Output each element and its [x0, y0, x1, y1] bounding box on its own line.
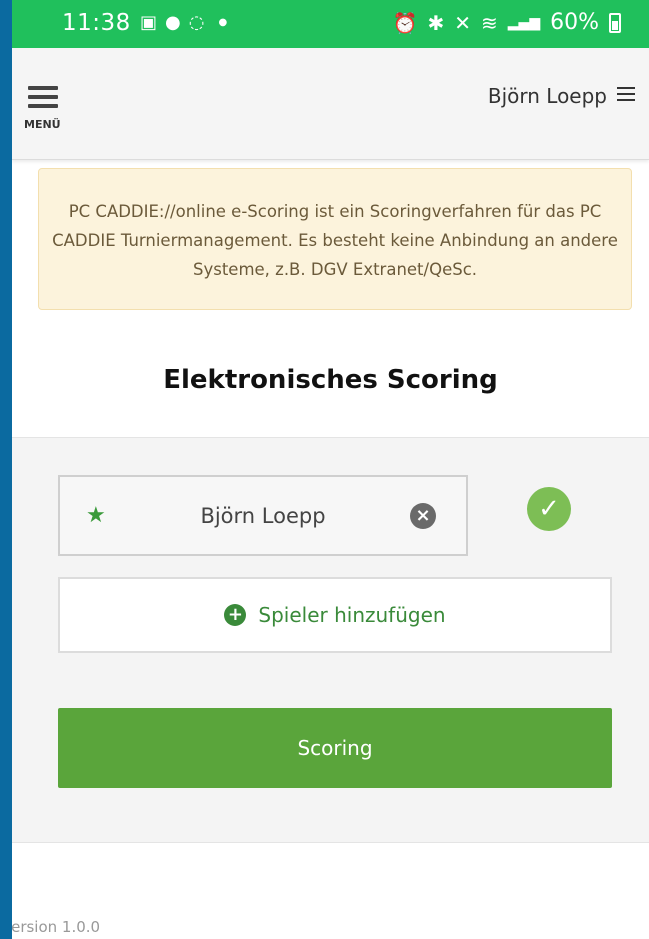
battery-percent: 60%: [550, 10, 599, 35]
remove-player-icon[interactable]: ×: [410, 503, 436, 529]
alarm-icon: ⏰: [392, 10, 418, 35]
signal-icon: ▂▄▆: [507, 14, 541, 31]
bluetooth-icon: ✱: [427, 10, 445, 35]
player-name: Björn Loepp: [200, 504, 326, 528]
user-menu-button[interactable]: Björn Loepp: [488, 84, 635, 108]
image-icon: ▣: [140, 12, 158, 33]
phone-screen: 11:38 ▣ ● ◌ ● ⏰ ✱ ✕ ≋ ▂▄▆ 60% MENÜ Björn…: [12, 0, 649, 939]
add-player-button[interactable]: + Spieler hinzufügen: [58, 577, 612, 653]
version-label: Version 1.0.0: [12, 918, 101, 936]
info-notice: PC CADDIE://online e-Scoring ist ein Sco…: [38, 168, 632, 310]
wifi-icon: ≋: [481, 10, 498, 35]
chat-bubble-icon: ●: [165, 12, 181, 33]
menu-button[interactable]: MENÜ: [24, 86, 74, 136]
app-header: MENÜ Björn Loepp: [12, 48, 649, 160]
dot-icon: ●: [218, 17, 228, 28]
status-bar: 11:38 ▣ ● ◌ ● ⏰ ✱ ✕ ≋ ▂▄▆ 60%: [12, 0, 649, 48]
menu-label: MENÜ: [24, 118, 61, 131]
system-icons: ⏰ ✱ ✕ ≋ ▂▄▆ 60%: [393, 10, 621, 35]
status-time: 11:38: [62, 10, 131, 36]
battery-icon: [609, 12, 621, 33]
user-menu-icon: [617, 87, 635, 105]
check-icon: ✓: [527, 487, 571, 531]
add-player-label: Spieler hinzufügen: [258, 603, 446, 627]
scoring-button[interactable]: Scoring: [58, 708, 612, 788]
hamburger-icon: [28, 86, 58, 113]
notification-icons: ▣ ● ◌ ●: [140, 13, 227, 33]
plus-circle-icon: +: [224, 604, 247, 626]
player-entry[interactable]: ★ Björn Loepp ×: [58, 475, 468, 556]
mute-icon: ✕: [454, 10, 472, 35]
user-name: Björn Loepp: [487, 84, 607, 108]
scoring-panel: ★ Björn Loepp × ✓ + Spieler hinzufügen S…: [12, 437, 649, 843]
page-title: Elektronisches Scoring: [163, 365, 498, 395]
whatsapp-icon: ◌: [188, 12, 205, 33]
